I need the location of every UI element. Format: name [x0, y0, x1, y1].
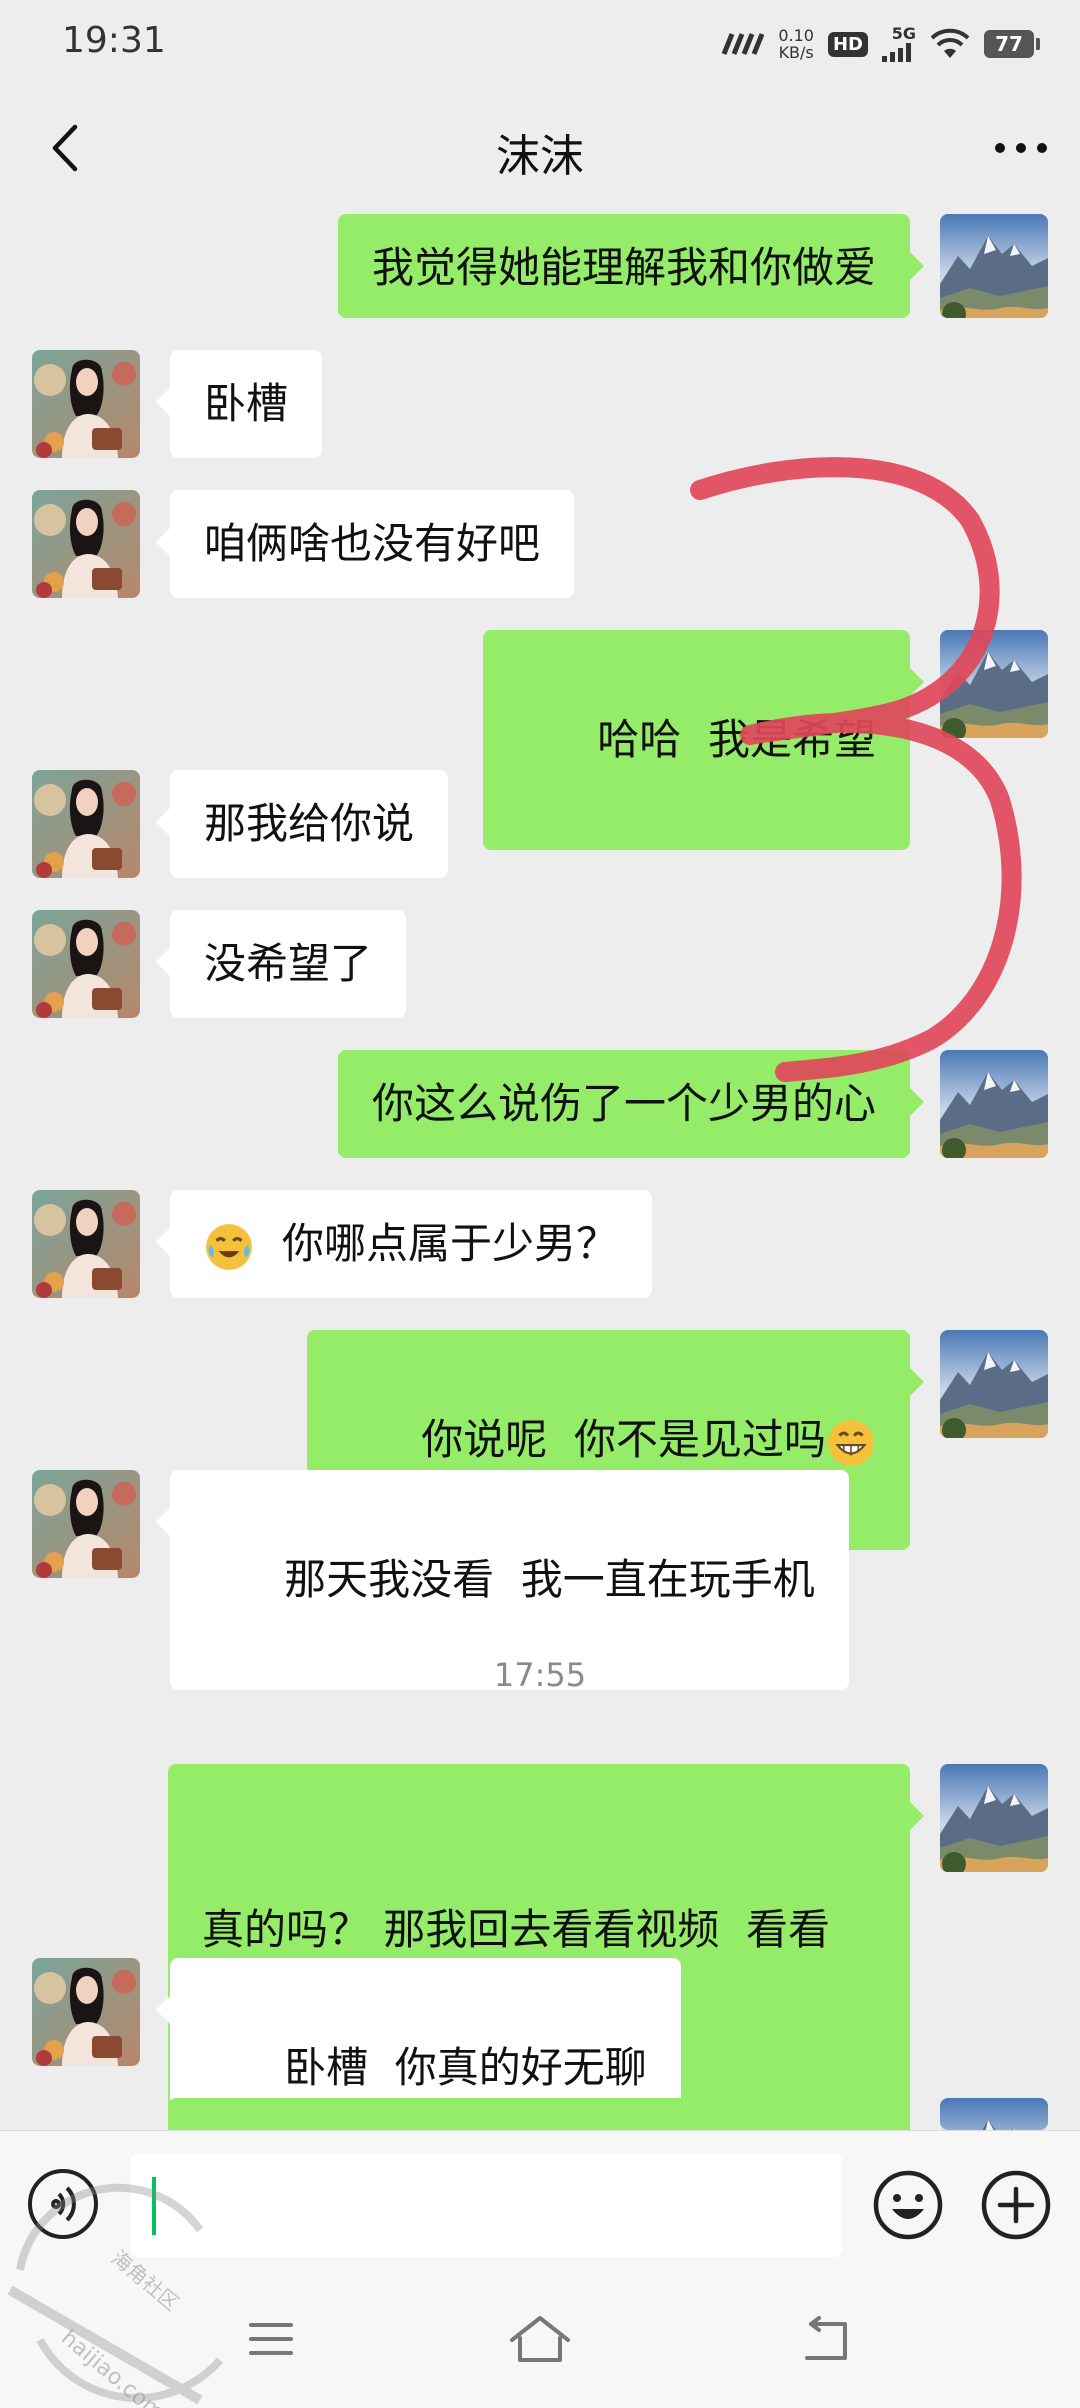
message-bubble[interactable]: 哈哈 我是希望 [483, 630, 924, 850]
battery-level: 77 [984, 30, 1034, 58]
contact-avatar[interactable] [32, 350, 140, 458]
battery-icon: 77 [984, 30, 1040, 58]
contact-avatar[interactable] [32, 910, 140, 1018]
message-text: 你哪点属于少男？ [282, 1219, 619, 1268]
contact-avatar[interactable] [32, 1470, 140, 1578]
signal-strip-icon [722, 33, 765, 55]
message-bubble[interactable]: 咱俩啥也没有好吧 [155, 490, 575, 598]
home-button[interactable] [505, 2304, 575, 2374]
wifi-icon [930, 28, 970, 58]
message-bubble[interactable]: 没希望了 [155, 910, 407, 1018]
message-text: 咱俩啥也没有好吧 [204, 519, 541, 568]
text-caret [152, 2177, 156, 2235]
my-avatar[interactable] [940, 630, 1048, 738]
status-icons: 0.10 KB/s HD 5G 77 [718, 22, 1040, 66]
message-bubble[interactable]: 那我给你说 [155, 770, 449, 878]
plus-circle-icon [981, 2170, 1051, 2240]
more-functions-button[interactable] [980, 2169, 1052, 2241]
more-dots-icon [995, 143, 1047, 153]
message-text: 你说呢 你不是见过吗 [421, 1415, 826, 1464]
message-bubble[interactable]: 你哪点属于少男？ [155, 1190, 653, 1298]
message-input[interactable] [130, 2153, 842, 2257]
message-text-line: 真的吗？ 那我回去看看视频 看看 [202, 1905, 831, 1954]
my-avatar[interactable] [940, 1330, 1048, 1438]
cellular-signal-icon: 5G [882, 26, 916, 62]
my-avatar[interactable] [940, 1050, 1048, 1158]
message-text: 你这么说伤了一个少男的心 [371, 1079, 876, 1128]
contact-avatar[interactable] [32, 1190, 140, 1298]
return-icon [805, 2316, 847, 2360]
status-time: 19:31 [62, 20, 166, 61]
contact-avatar[interactable] [32, 770, 140, 878]
my-avatar[interactable] [940, 1764, 1048, 1872]
signal-bars-icon [882, 43, 911, 62]
message-text: 卧槽 [204, 379, 289, 428]
face-with-tears-of-joy-icon [204, 1222, 254, 1271]
contact-avatar[interactable] [32, 1958, 140, 2066]
message-text: 那天我没看 我一直在玩手机 [284, 1555, 815, 1604]
chat-header: 沫沫 [0, 84, 1080, 214]
emoji-button[interactable] [872, 2169, 944, 2241]
network-speed: 0.10 KB/s [778, 27, 814, 61]
back-nav-button[interactable] [790, 2304, 860, 2374]
my-avatar[interactable] [940, 214, 1048, 318]
contact-avatar[interactable] [32, 490, 140, 598]
home-icon [510, 2316, 570, 2362]
network-speed-unit: KB/s [778, 43, 814, 62]
message-bubble[interactable]: 卧槽 [155, 350, 323, 458]
chat-timestamp: 17:55 [493, 1656, 587, 1694]
message-bubble[interactable] [168, 2098, 910, 2130]
my-avatar[interactable] [940, 2098, 1048, 2130]
smiley-icon [873, 2170, 943, 2240]
system-navigation-bar [0, 2270, 1080, 2408]
status-bar: 19:31 0.10 KB/s HD 5G 77 [0, 0, 1080, 84]
more-options-button[interactable] [990, 120, 1052, 176]
message-text: 卧槽 你真的好无聊 [284, 2043, 647, 2092]
hd-badge: HD [827, 31, 868, 57]
message-bubble[interactable]: 我觉得她能理解我和你做爱 [337, 214, 925, 318]
message-text: 我觉得她能理解我和你做爱 [371, 243, 876, 292]
menu-button[interactable] [236, 2304, 306, 2374]
message-text: 没希望了 [204, 939, 373, 988]
menu-icon [249, 2323, 293, 2355]
message-bubble[interactable]: 你这么说伤了一个少男的心 [337, 1050, 925, 1158]
message-text: 哈哈 我是希望 [597, 715, 876, 764]
message-text: 那我给你说 [204, 799, 415, 848]
chat-title: 沫沫 [496, 131, 584, 182]
network-speed-value: 0.10 [778, 26, 814, 45]
grinning-face-icon [826, 1418, 876, 1467]
voice-wave-icon [51, 2186, 76, 2222]
network-type-label: 5G [891, 24, 916, 43]
voice-button[interactable] [28, 2169, 98, 2239]
input-bar [0, 2130, 1080, 2271]
message-list[interactable]: 我觉得她能理解我和你做爱 卧槽 咱俩啥也没有好吧 哈哈 我是希望 那我给你说 没… [0, 214, 1080, 2130]
